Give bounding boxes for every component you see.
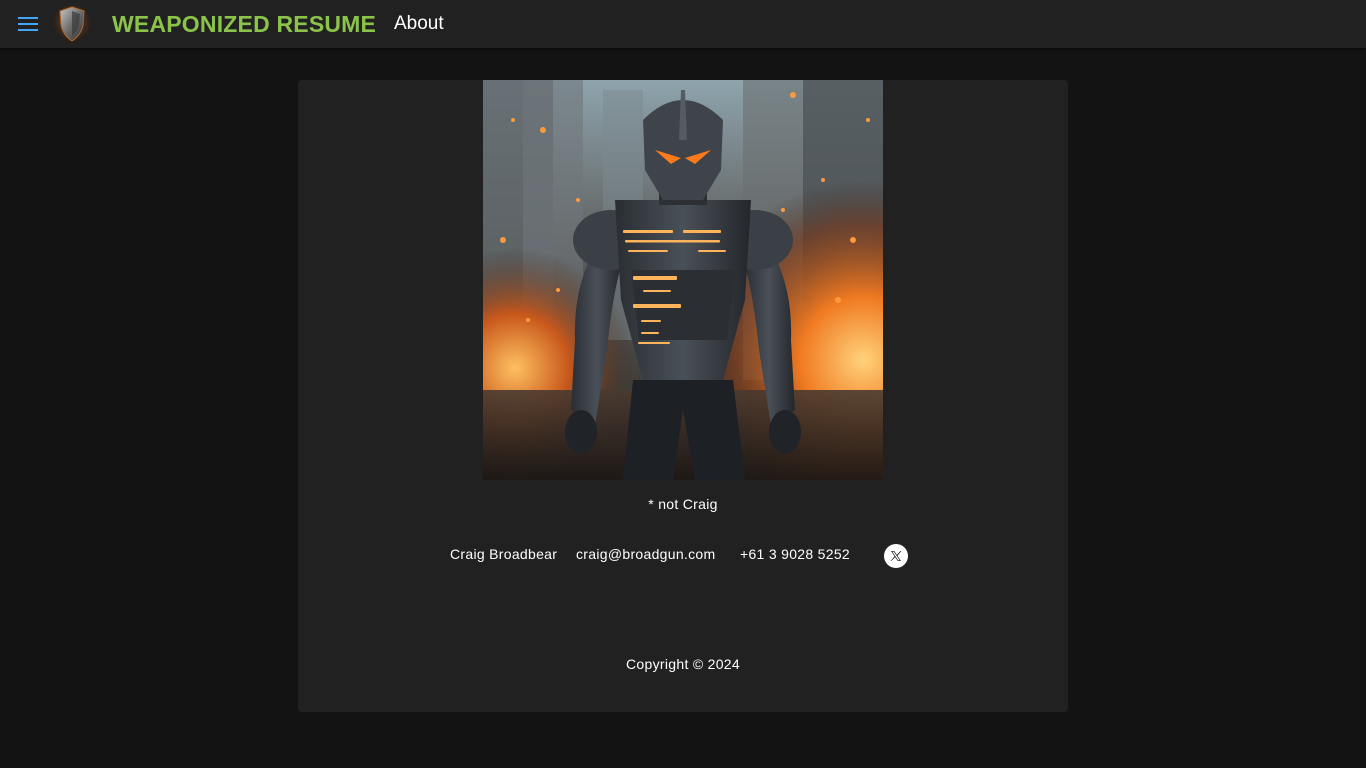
hamburger-menu-icon [18,17,38,31]
contact-phone: +61 3 9028 5252 [740,546,850,562]
contact-name: Craig Broadbear [450,546,558,562]
hero-image [483,80,883,480]
copyright: Copyright © 2024 [626,656,740,672]
hamburger-menu-button[interactable] [12,8,44,40]
shield-logo[interactable] [52,3,92,45]
site-title[interactable]: WEAPONIZED RESUME [112,11,376,37]
nav-link-about[interactable]: About [394,12,444,36]
x-twitter-button[interactable] [884,544,908,568]
x-twitter-icon [890,551,902,561]
contact-email-link[interactable]: craig@broadgun.com [576,546,715,562]
image-caption: * not Craig [648,496,718,512]
main-card: * not Craig Craig Broadbear craig@broadg… [298,80,1068,712]
app-bar: WEAPONIZED RESUME About [0,0,1366,48]
